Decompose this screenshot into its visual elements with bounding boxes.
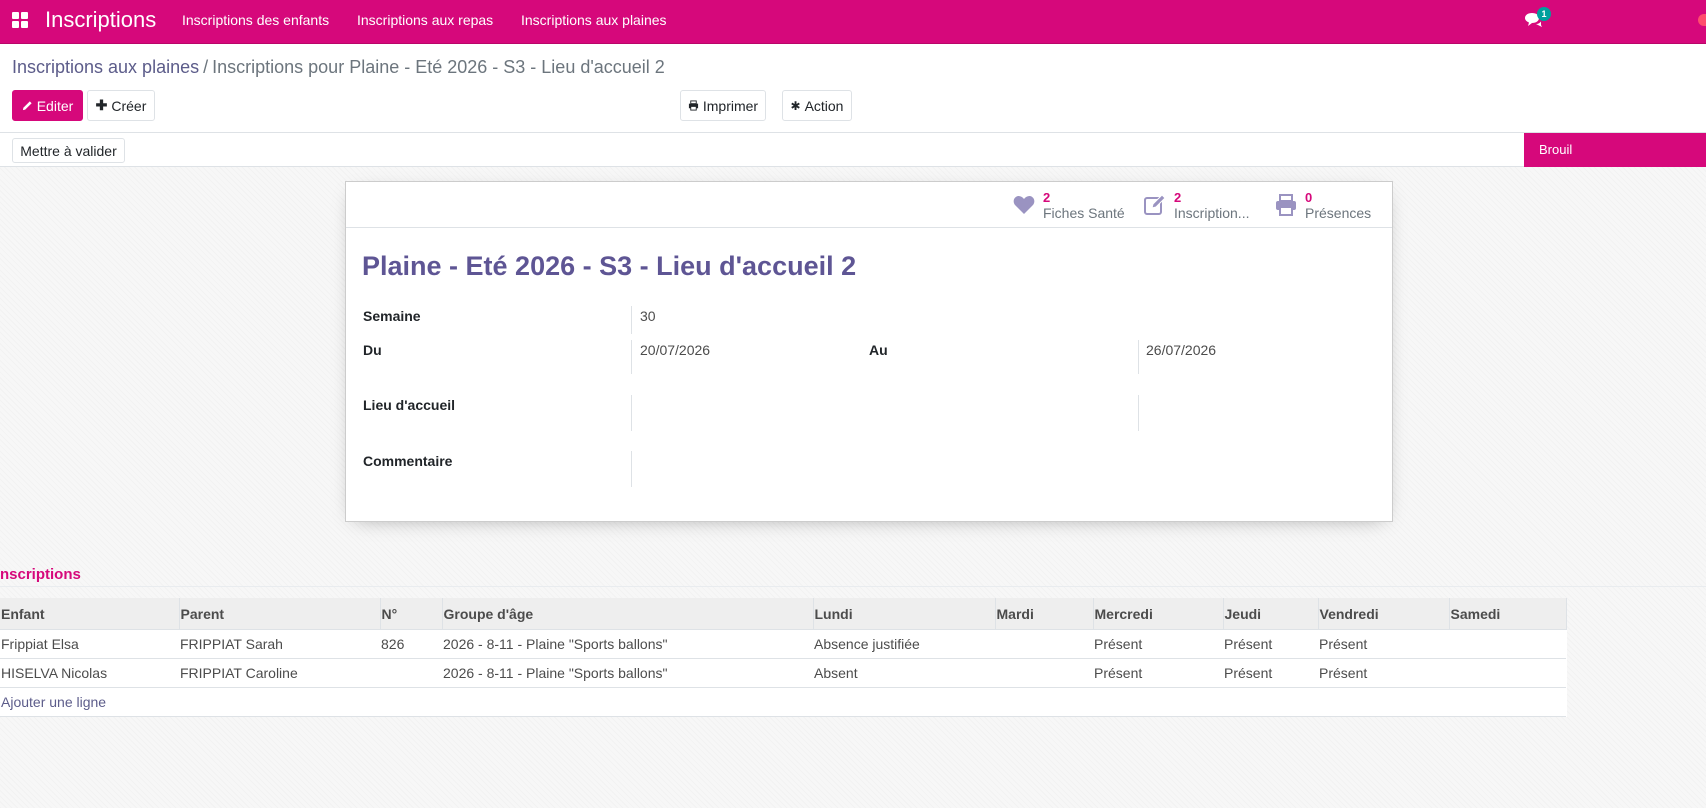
apps-grid-icon[interactable] xyxy=(12,12,28,28)
field-divider xyxy=(631,395,632,431)
from-label: Du xyxy=(363,342,382,358)
cell-tuesday xyxy=(995,658,1093,688)
table-header-row: Enfant Parent N° Groupe d'âge Lundi Mard… xyxy=(0,598,1567,630)
inscriptions-section-title: nscriptions xyxy=(0,566,81,583)
user-avatar[interactable] xyxy=(1698,14,1706,26)
column-header-friday[interactable]: Vendredi xyxy=(1318,598,1450,630)
cell-thursday: Présent xyxy=(1223,629,1318,659)
chat-badge: 1 xyxy=(1537,7,1551,21)
create-button-label: Créer xyxy=(111,97,147,114)
inscriptions-button[interactable]: 2 Inscription... xyxy=(1143,190,1261,222)
printer-icon xyxy=(688,100,698,111)
column-header-wednesday[interactable]: Mercredi xyxy=(1093,598,1224,630)
health-sheets-label: Fiches Santé xyxy=(1043,205,1125,221)
health-sheets-button[interactable]: 2 Fiches Santé xyxy=(1012,190,1132,222)
presences-label: Présences xyxy=(1305,205,1372,221)
cell-age-group: 2026 - 8-11 - Plaine "Sports ballons" xyxy=(442,629,813,659)
cell-age-group: 2026 - 8-11 - Plaine "Sports ballons" xyxy=(442,658,813,688)
cell-monday: Absence justifiée xyxy=(813,629,995,659)
column-header-thursday[interactable]: Jeudi xyxy=(1223,598,1319,630)
menu-inscriptions-enfants[interactable]: Inscriptions des enfants xyxy=(182,12,329,28)
menu-inscriptions-repas[interactable]: Inscriptions aux repas xyxy=(357,12,493,28)
breadcrumb-separator: / xyxy=(203,57,209,77)
action-button[interactable]: ✱ Action xyxy=(782,90,852,121)
presences-button[interactable]: 0 Présences xyxy=(1274,190,1384,222)
from-date-value[interactable]: 20/07/2026 xyxy=(640,342,710,358)
table-row[interactable]: HISELVA Nicolas FRIPPIAT Caroline 2026 -… xyxy=(0,658,1566,688)
action-button-label: Action xyxy=(804,97,844,114)
cell-monday: Absent xyxy=(813,658,995,688)
column-header-enfant[interactable]: Enfant xyxy=(0,598,180,630)
field-divider xyxy=(631,451,632,487)
print-button[interactable]: Imprimer xyxy=(680,90,766,121)
edit-button[interactable]: Editer xyxy=(12,90,83,121)
plus-icon: ✚ xyxy=(95,97,108,113)
status-bar: Mettre à valider Brouil xyxy=(0,132,1706,167)
status-draft[interactable]: Brouil xyxy=(1524,133,1706,167)
form-sheet: 2 Fiches Santé 2 Inscription... 0 Présen… xyxy=(345,181,1393,522)
section-divider xyxy=(0,586,1706,587)
cell-enfant: Frippiat Elsa xyxy=(0,629,179,659)
breadcrumb-parent-link[interactable]: Inscriptions aux plaines xyxy=(12,57,199,77)
column-header-saturday[interactable]: Samedi xyxy=(1449,598,1567,630)
presences-count: 0 xyxy=(1305,190,1313,205)
field-divider xyxy=(1138,395,1139,431)
field-divider xyxy=(631,306,632,334)
column-header-tuesday[interactable]: Mardi xyxy=(995,598,1094,630)
breadcrumb: Inscriptions aux plaines / Inscriptions po… xyxy=(12,57,665,78)
pencil-icon xyxy=(22,101,32,111)
app-brand[interactable]: Inscriptions xyxy=(45,7,156,33)
cell-thursday: Présent xyxy=(1223,658,1318,688)
inscriptions-label: Inscription... xyxy=(1174,205,1250,221)
location-label: Lieu d'accueil xyxy=(363,397,456,413)
week-label: Semaine xyxy=(363,308,421,324)
create-button[interactable]: ✚ Créer xyxy=(87,90,155,121)
field-divider xyxy=(1138,340,1139,374)
cell-tuesday xyxy=(995,629,1093,659)
to-validate-button[interactable]: Mettre à valider xyxy=(12,138,125,163)
edit-icon xyxy=(1144,194,1166,215)
cell-number xyxy=(380,658,442,688)
week-value[interactable]: 30 xyxy=(640,308,656,324)
inscriptions-count: 2 xyxy=(1174,190,1182,205)
health-sheets-count: 2 xyxy=(1043,190,1051,205)
print-icon xyxy=(1276,194,1296,216)
to-validate-button-label: Mettre à valider xyxy=(20,142,117,159)
column-header-monday[interactable]: Lundi xyxy=(813,598,996,630)
menu-inscriptions-plaines[interactable]: Inscriptions aux plaines xyxy=(521,12,667,28)
heart-icon xyxy=(1013,196,1035,214)
cell-saturday xyxy=(1449,629,1566,659)
cell-number: 826 xyxy=(380,629,442,659)
top-navbar: Inscriptions Inscriptions des enfants In… xyxy=(0,0,1706,44)
cell-friday: Présent xyxy=(1318,629,1449,659)
field-divider xyxy=(631,340,632,374)
print-button-label: Imprimer xyxy=(702,97,759,114)
cell-friday: Présent xyxy=(1318,658,1449,688)
record-title: Plaine - Eté 2026 - S3 - Lieu d'accueil … xyxy=(362,251,857,281)
add-line-row: Ajouter une ligne xyxy=(0,687,1566,717)
smart-button-box: 2 Fiches Santé 2 Inscription... 0 Présen… xyxy=(346,182,1392,228)
cell-saturday xyxy=(1449,658,1566,688)
cell-parent: FRIPPIAT Caroline xyxy=(179,658,380,688)
cell-wednesday: Présent xyxy=(1093,658,1223,688)
table-row[interactable]: Frippiat Elsa FRIPPIAT Sarah 826 2026 - … xyxy=(0,629,1566,659)
edit-button-label: Editer xyxy=(36,97,74,114)
cell-enfant: HISELVA Nicolas xyxy=(0,658,179,688)
column-header-number[interactable]: N° xyxy=(380,598,443,630)
add-line-link[interactable]: Ajouter une ligne xyxy=(0,687,1566,717)
column-header-parent[interactable]: Parent xyxy=(179,598,381,630)
inscriptions-table: Enfant Parent N° Groupe d'âge Lundi Mard… xyxy=(0,598,1567,717)
column-header-age-group[interactable]: Groupe d'âge xyxy=(442,598,814,630)
comment-label: Commentaire xyxy=(363,453,453,469)
gear-icon: ✱ xyxy=(790,98,801,113)
cell-parent: FRIPPIAT Sarah xyxy=(179,629,380,659)
cell-wednesday: Présent xyxy=(1093,629,1223,659)
to-label: Au xyxy=(869,342,888,358)
breadcrumb-current: Inscriptions pour Plaine - Eté 2026 - S3… xyxy=(212,57,665,77)
to-date-value[interactable]: 26/07/2026 xyxy=(1146,342,1216,358)
